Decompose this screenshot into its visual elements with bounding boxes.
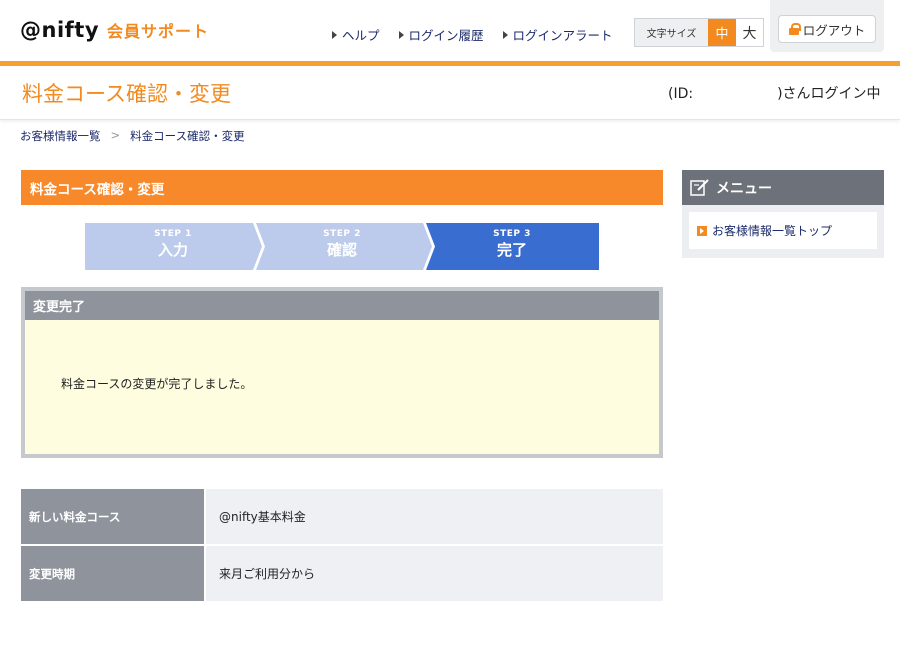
sidebar-item-label: お客様情報一覧トップ <box>712 224 833 238</box>
top-nav: ヘルプ ログイン履歴 ログインアラート <box>332 25 613 44</box>
sidebar-item-customer-info-top[interactable]: お客様情報一覧トップ <box>689 212 877 249</box>
step-3: STEP 3 完了 <box>467 229 557 260</box>
breadcrumb-separator: > <box>110 128 121 142</box>
logo[interactable]: @nifty 会員サポート <box>20 18 209 42</box>
row-value-new-course: @nifty基本料金 <box>206 489 663 544</box>
logo-text: @nifty <box>20 18 100 42</box>
step-3-name: 完了 <box>496 241 527 259</box>
logout-label: ログアウト <box>802 22 866 38</box>
table-row: 新しい料金コース @nifty基本料金 <box>21 489 663 544</box>
sidebar-title-text: メニュー <box>716 180 772 197</box>
logout-area: ログアウト <box>770 0 884 52</box>
section-title: 料金コース確認・変更 <box>21 170 663 205</box>
lock-icon <box>788 23 801 35</box>
nav-help-label: ヘルプ <box>342 28 380 43</box>
breadcrumb: お客様情報一覧 > 料金コース確認・変更 <box>20 128 245 144</box>
step-1-name: 入力 <box>157 241 188 259</box>
nav-help-link[interactable]: ヘルプ <box>332 25 380 44</box>
font-size-label: 文字サイズ <box>646 29 697 40</box>
arrow-right-icon <box>697 225 707 236</box>
title-bar: 料金コース確認・変更 (ID: )さんログイン中 <box>0 66 900 120</box>
nav-login-history-label: ログイン履歴 <box>408 28 484 43</box>
step-1-label: STEP 1 <box>154 229 192 239</box>
sidebar-menu: メニュー お客様情報一覧トップ <box>682 170 884 258</box>
login-status: (ID: )さんログイン中 <box>668 86 881 102</box>
step-2-label: STEP 2 <box>323 229 361 239</box>
font-size-large-button[interactable]: 大 <box>736 19 763 46</box>
nav-login-history-link[interactable]: ログイン履歴 <box>398 25 484 44</box>
completion-message: 料金コースの変更が完了しました。 <box>61 377 253 391</box>
row-label-new-course: 新しい料金コース <box>21 489 204 544</box>
font-size-switcher: 文字サイズ 中 大 <box>634 18 764 47</box>
step-1: STEP 1 入力 <box>128 229 218 260</box>
completion-title: 変更完了 <box>25 291 659 320</box>
logout-button[interactable]: ログアウト <box>778 15 876 43</box>
nav-login-alert-label: ログインアラート <box>512 28 613 43</box>
step-3-label: STEP 3 <box>493 229 531 239</box>
triangle-right-icon <box>332 30 337 39</box>
triangle-right-icon <box>398 30 404 39</box>
header: @nifty 会員サポート ヘルプ ログイン履歴 ログインアラート 文字サイズ 中… <box>0 0 900 62</box>
font-size-medium-button[interactable]: 中 <box>708 19 736 46</box>
step-2-name: 確認 <box>326 241 357 259</box>
edit-icon <box>690 178 709 196</box>
step-indicator: STEP 1 入力 STEP 2 確認 STEP 3 完了 <box>85 223 599 270</box>
row-value-change-timing: 来月ご利用分から <box>206 546 663 601</box>
breadcrumb-current: 料金コース確認・変更 <box>130 129 245 143</box>
sidebar-title: メニュー <box>682 170 884 205</box>
triangle-right-icon <box>502 30 508 39</box>
completion-panel: 変更完了 料金コースの変更が完了しました。 <box>21 287 663 458</box>
breadcrumb-home-link[interactable]: お客様情報一覧 <box>20 128 101 144</box>
row-label-change-timing: 変更時期 <box>21 546 204 601</box>
page-title: 料金コース確認・変更 <box>22 82 231 106</box>
nav-login-alert-link[interactable]: ログインアラート <box>502 25 613 44</box>
step-2: STEP 2 確認 <box>297 229 387 260</box>
logo-subtitle: 会員サポート <box>107 22 210 41</box>
table-row: 変更時期 来月ご利用分から <box>21 546 663 601</box>
